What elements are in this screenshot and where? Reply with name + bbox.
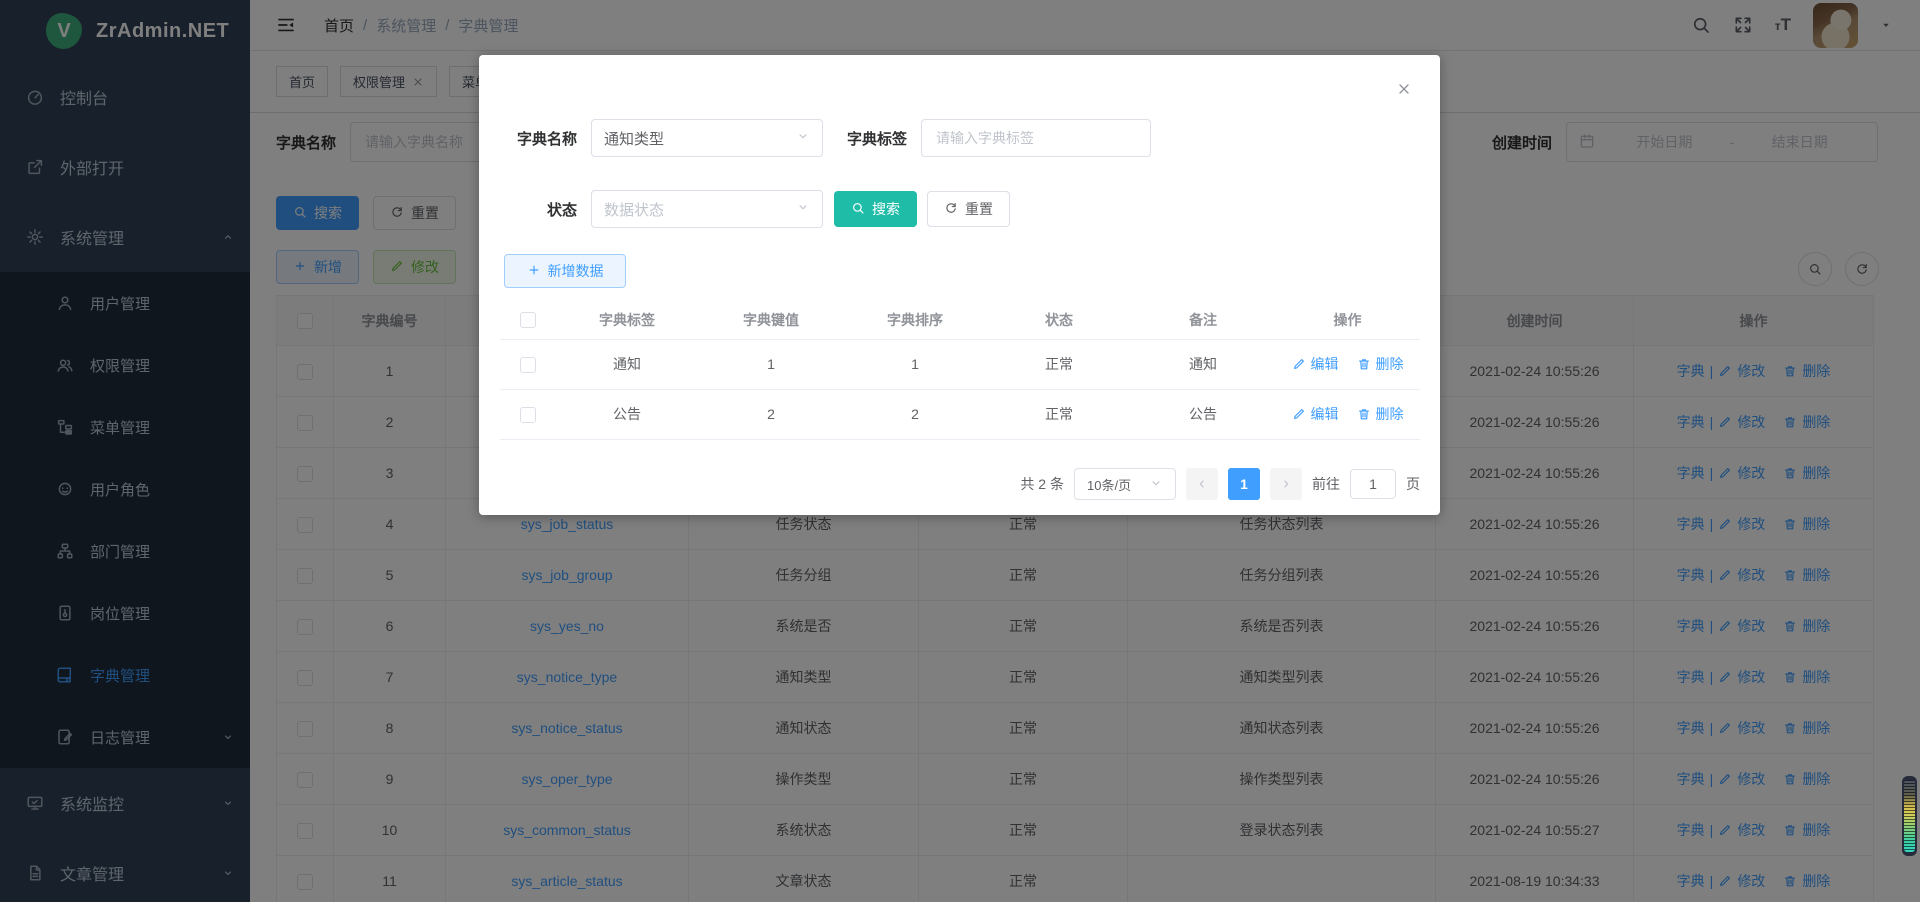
refresh-icon [944,201,958,215]
cell-dict-sort: 2 [843,389,987,439]
chevron-down-icon [796,200,810,214]
prev-page-button[interactable] [1186,468,1218,500]
modal-search-button[interactable]: 搜索 [834,191,917,227]
page-size-select[interactable]: 10条/页 [1074,468,1176,500]
close-icon[interactable] [1396,81,1412,97]
dict-data-modal: 字典名称 通知类型 字典标签 状态 数据状态 搜索 重置 新增数据 字典标签字典 [479,55,1440,515]
modal-status-label: 状态 [504,199,577,220]
edit-link[interactable]: 编辑 [1311,404,1339,424]
goto-page-input[interactable] [1350,469,1396,499]
cell-dict-value: 1 [699,339,843,389]
chevron-right-icon [1279,477,1293,491]
pencil-icon [1292,357,1306,371]
modal-dict-label-label: 字典标签 [847,128,907,149]
search-s-icon [851,201,865,215]
modal-table-row: 公告22正常公告编辑删除 [500,389,1420,439]
delete-link[interactable]: 删除 [1376,404,1404,424]
chevron-left-icon [1195,477,1209,491]
chevron-down-icon [1149,476,1163,490]
modal-row-checkbox[interactable] [520,357,536,373]
trash-icon [1357,407,1371,421]
refresh-icon [944,201,958,218]
page-unit-label: 页 [1406,474,1420,494]
modal-column-header-5: 操作 [1275,301,1420,339]
modal-column-header-1: 字典键值 [699,301,843,339]
cell-dict-value: 2 [699,389,843,439]
edit-link[interactable]: 编辑 [1311,354,1339,374]
modal-form-row-2: 状态 数据状态 搜索 重置 [504,190,1010,228]
modal-table-header-row: 字典标签字典键值字典排序状态备注操作 [500,301,1420,339]
cell-remark: 公告 [1131,389,1275,439]
chevron-down-icon [1149,476,1163,493]
next-page-button[interactable] [1270,468,1302,500]
modal-row-actions: 编辑 删除 [1292,354,1404,374]
delete-link[interactable]: 删除 [1376,354,1404,374]
modal-column-header-4: 备注 [1131,301,1275,339]
modal-add-data-button[interactable]: 新增数据 [504,254,626,288]
modal-dict-name-label: 字典名称 [504,128,577,149]
pagination-total: 共 2 条 [1020,474,1064,494]
chevron-down-icon [796,129,810,143]
modal-column-header-0: 字典标签 [555,301,699,339]
plus-icon [527,263,541,277]
goto-label: 前往 [1312,474,1340,494]
modal-form-row-1: 字典名称 通知类型 字典标签 [504,119,1151,157]
scrollbar-thumb[interactable] [1902,776,1917,856]
modal-select-all-checkbox[interactable] [520,312,536,328]
cell-dict-label: 公告 [555,389,699,439]
modal-table-row: 通知11正常通知编辑删除 [500,339,1420,389]
modal-reset-button[interactable]: 重置 [927,191,1010,227]
modal-row-actions: 编辑 删除 [1292,404,1404,424]
modal-column-header-2: 字典排序 [843,301,987,339]
pagination: 共 2 条 10条/页 1 前往 页 [1020,468,1420,500]
trash-icon [1357,357,1371,371]
close-icon [1396,81,1412,97]
search-icon [851,201,865,218]
modal-column-header-3: 状态 [987,301,1131,339]
chevron-down-icon [796,129,810,148]
pencil-icon [1292,407,1306,421]
plus-icon [527,263,541,280]
modal-row-checkbox[interactable] [520,407,536,423]
cell-dict-sort: 1 [843,339,987,389]
current-page-button[interactable]: 1 [1228,468,1260,500]
modal-status-select[interactable]: 数据状态 [591,190,823,228]
cell-status: 正常 [987,339,1131,389]
cell-status: 正常 [987,389,1131,439]
cell-remark: 通知 [1131,339,1275,389]
modal-dict-label-input[interactable] [921,119,1151,157]
dict-data-table: 字典标签字典键值字典排序状态备注操作通知11正常通知编辑删除公告22正常公告编辑… [500,301,1420,440]
chevron-down-icon [796,200,810,219]
cell-dict-label: 通知 [555,339,699,389]
modal-dict-name-select[interactable]: 通知类型 [591,119,823,157]
